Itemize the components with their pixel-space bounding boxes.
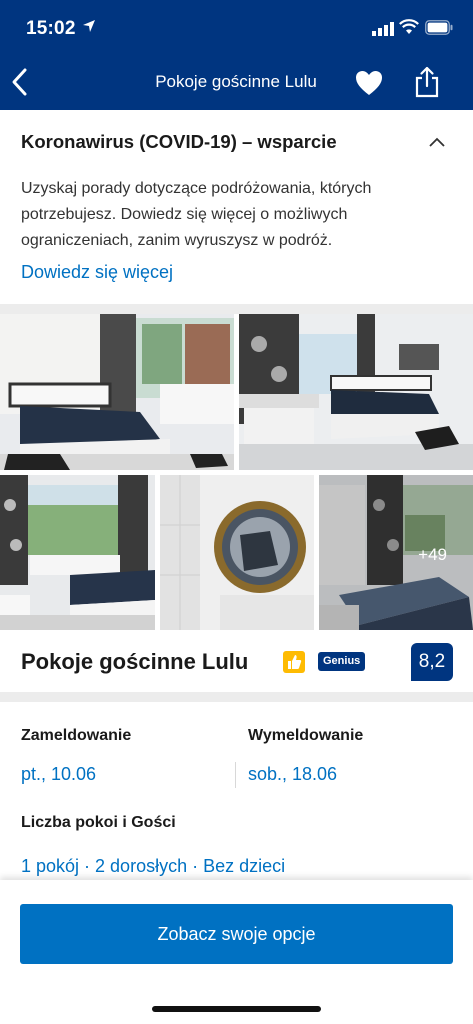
status-time: 15:02 — [26, 18, 76, 39]
nav-title: Pokoje gościnne Lulu — [155, 72, 317, 91]
covid-heading: Koronawirus (COVID-19) – wsparcie — [21, 131, 337, 152]
chevron-up-icon[interactable] — [428, 136, 446, 148]
property-name: Pokoje gościnne Lulu — [21, 649, 249, 674]
section-divider — [0, 692, 473, 702]
property-header: Pokoje gościnne Lulu Genius 8,2 — [0, 630, 473, 692]
date-divider — [235, 762, 236, 788]
home-indicator[interactable] — [152, 1006, 321, 1012]
share-icon[interactable] — [414, 66, 440, 98]
rooms-guests-value[interactable]: 1 pokój · 2 dorosłych · Bez dzieci — [21, 856, 285, 877]
gallery-photo-5[interactable]: +49 — [319, 475, 473, 630]
back-arrow-icon[interactable] — [8, 66, 32, 98]
checkout-date[interactable]: sob., 18.06 — [248, 764, 337, 785]
checkout-label: Wymeldowanie — [248, 727, 364, 744]
rooms-guests-label: Liczba pokoi i Gości — [21, 814, 176, 831]
covid-body-text: Uzyskaj porady dotyczące podróżowania, k… — [21, 180, 372, 249]
covid-info-panel: Koronawirus (COVID-19) – wsparcie Uzyska… — [0, 110, 473, 304]
gallery-photo-3[interactable] — [0, 475, 155, 630]
section-divider — [0, 304, 473, 314]
gallery-photo-4[interactable] — [160, 475, 314, 630]
gallery-photo-2[interactable] — [239, 314, 473, 470]
more-photos-count[interactable]: +49 — [418, 545, 447, 565]
checkin-date[interactable]: pt., 10.06 — [21, 764, 96, 785]
checkin-label: Zameldowanie — [21, 727, 132, 744]
location-arrow-icon — [83, 20, 95, 32]
battery-icon — [425, 20, 453, 35]
wifi-icon — [399, 19, 419, 34]
status-bar: 15:02 — [0, 0, 473, 56]
signal-icon — [372, 22, 394, 36]
heart-icon[interactable] — [355, 70, 383, 96]
covid-learn-more-link[interactable]: Dowiedz się więcej — [21, 262, 173, 283]
top-nav-bar: Pokoje gościnne Lulu — [0, 56, 473, 110]
genius-badge: Genius — [318, 652, 366, 671]
footer-bar: Zobacz swoje opcje — [0, 880, 473, 1024]
thumbs-up-icon — [283, 651, 305, 673]
see-options-button[interactable]: Zobacz swoje opcje — [20, 904, 453, 964]
review-score-badge[interactable]: 8,2 — [411, 643, 453, 681]
gallery-photo-1[interactable] — [0, 314, 234, 470]
